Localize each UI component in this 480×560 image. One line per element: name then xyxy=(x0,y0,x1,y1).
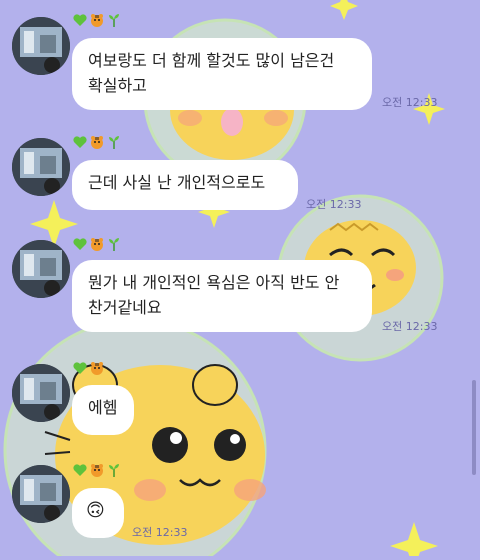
green-heart-icon xyxy=(73,362,87,374)
green-heart-icon xyxy=(73,14,87,26)
sprout-icon xyxy=(109,136,119,149)
tiger-icon xyxy=(91,136,103,149)
sprout-icon xyxy=(109,14,119,27)
sender-name xyxy=(72,236,122,252)
sprout-icon xyxy=(109,238,119,251)
green-heart-icon xyxy=(73,238,87,250)
message-bubble[interactable]: 뭔가 내 개인적인 욕심은 아직 반도 안 찬거같네요 xyxy=(72,260,372,332)
green-heart-icon xyxy=(73,136,87,148)
sprout-icon xyxy=(109,464,119,477)
green-heart-icon xyxy=(73,464,87,476)
message-bubble[interactable]: 근데 사실 난 개인적으로도 xyxy=(72,160,298,210)
tiger-icon xyxy=(91,238,103,251)
sender-avatar[interactable] xyxy=(12,17,70,75)
message-time: 오전 12:33 xyxy=(132,526,188,539)
tiger-icon xyxy=(91,362,103,375)
message-time: 오전 12:33 xyxy=(382,320,438,333)
sender-name xyxy=(72,12,122,28)
sender-name xyxy=(72,360,105,376)
message-bubble[interactable]: 에헴 xyxy=(72,385,134,435)
sender-avatar[interactable] xyxy=(12,364,70,422)
message-time: 오전 12:33 xyxy=(306,198,362,211)
sender-avatar[interactable] xyxy=(12,138,70,196)
message-bubble[interactable]: 🙃 xyxy=(72,488,124,538)
message-bubble[interactable]: 여보랑도 더 함께 할것도 많이 남은건 확실하고 xyxy=(72,38,372,110)
sender-name xyxy=(72,462,122,478)
sender-avatar[interactable] xyxy=(12,465,70,523)
message-time: 오전 12:33 xyxy=(382,96,438,109)
tiger-icon xyxy=(91,14,103,27)
tiger-icon xyxy=(91,464,103,477)
sender-avatar[interactable] xyxy=(12,240,70,298)
sender-name xyxy=(72,134,122,150)
scrollbar[interactable] xyxy=(472,380,476,475)
